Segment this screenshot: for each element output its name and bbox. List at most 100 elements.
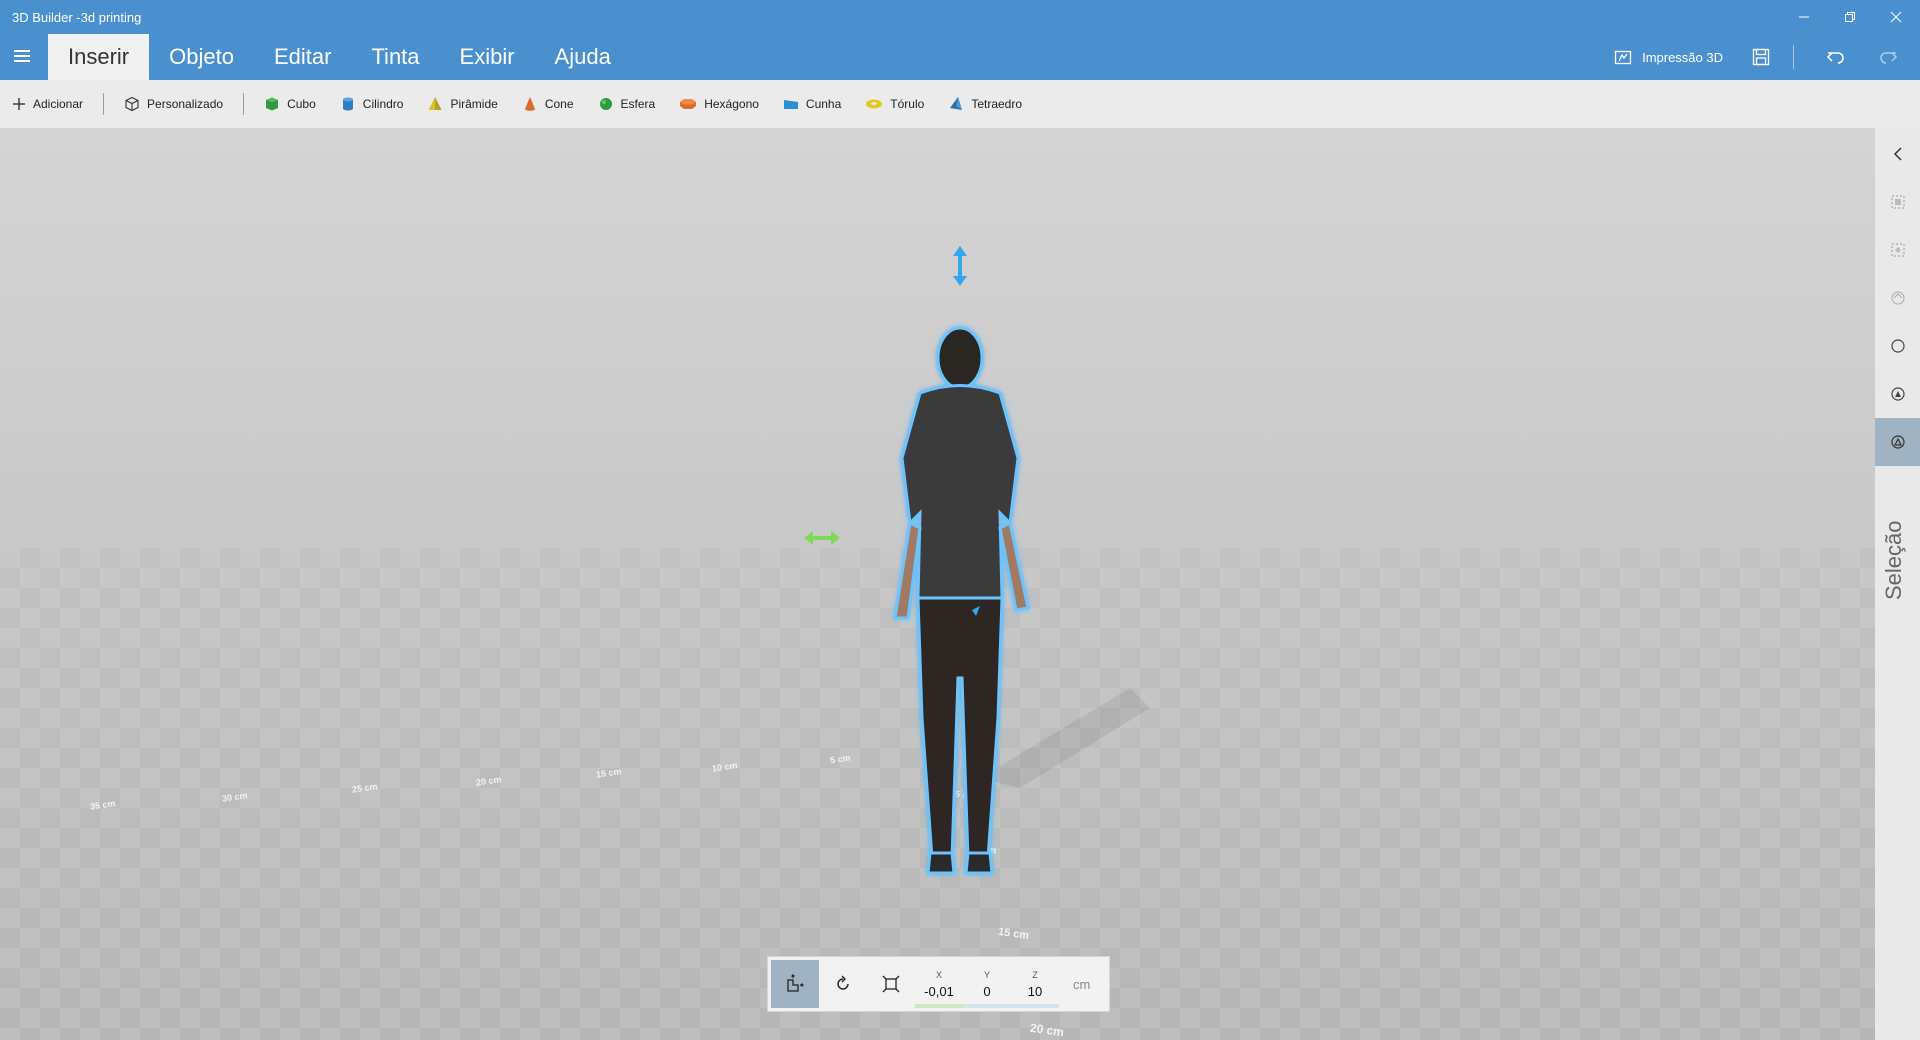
wedge-icon <box>783 100 798 109</box>
box-outline-icon <box>125 96 139 112</box>
sphere-icon <box>599 98 612 110</box>
select-all-icon <box>1891 195 1904 209</box>
save-icon <box>1752 48 1770 66</box>
shape-label: Cunha <box>805 97 842 111</box>
toolbar-divider <box>103 93 105 115</box>
shape-cone-button[interactable]: Cone <box>510 80 586 128</box>
coord-y-value: 0 <box>983 983 991 999</box>
save-button[interactable] <box>1741 37 1781 77</box>
collapse-panel-button[interactable] <box>1875 130 1920 178</box>
shape-label: Esfera <box>620 97 656 111</box>
tetrahedron-icon <box>950 97 963 110</box>
shape-label: Tórulo <box>890 97 925 111</box>
cone-icon <box>524 97 535 111</box>
title-bar: 3D Builder -3d printing Inserir Objeto E… <box>0 0 1920 80</box>
selection-panel-label: Seleção <box>1881 520 1906 600</box>
custom-label: Personalizado <box>147 97 224 111</box>
select-edge-button[interactable] <box>1875 322 1920 370</box>
shape-label: Cubo <box>287 97 316 111</box>
print-3d-label: Impressão 3D <box>1642 49 1723 65</box>
print-3d-icon <box>1614 50 1632 65</box>
undo-icon <box>1826 52 1844 64</box>
hamburger-menu-button[interactable] <box>8 44 36 68</box>
vertex-select-icon <box>1890 387 1905 401</box>
cylinder-icon <box>342 97 353 111</box>
select-object-button[interactable] <box>1875 226 1920 274</box>
title-actions: Impressão 3D <box>1614 34 1920 80</box>
coord-x-label: X <box>935 969 942 980</box>
restore-button[interactable] <box>1828 4 1872 30</box>
shape-label: Cone <box>544 97 574 111</box>
scale-tool-button[interactable] <box>867 960 915 1008</box>
selection-mode-button[interactable] <box>1875 418 1920 466</box>
shape-tetrahedron-button[interactable]: Tetraedro <box>936 80 1034 128</box>
redo-button[interactable] <box>1868 37 1908 77</box>
right-side-panel: Seleção <box>1875 128 1920 1040</box>
tab-objeto[interactable]: Objeto <box>149 34 254 80</box>
shape-sphere-button[interactable]: Esfera <box>586 80 668 128</box>
insert-toolbar: Adicionar Personalizado Cubo Cilindro Pi… <box>0 80 1920 128</box>
coord-x[interactable]: X -0,01 <box>915 960 963 1008</box>
minimize-icon <box>1799 16 1809 18</box>
close-icon <box>1890 11 1902 23</box>
triangle-select-icon <box>1890 435 1905 449</box>
axis-color-bar <box>1011 1004 1059 1008</box>
shape-label: Hexágono <box>704 97 759 111</box>
transform-panel: X -0,01 Y 0 Z 10 cm <box>767 956 1110 1012</box>
pyramid-icon <box>428 97 442 110</box>
coord-y[interactable]: Y 0 <box>963 960 1011 1008</box>
coord-z-value: 10 <box>1027 983 1043 999</box>
shape-label: Cilindro <box>362 97 404 111</box>
select-vertex-button[interactable] <box>1875 370 1920 418</box>
shape-torus-button[interactable]: Tórulo <box>853 80 936 128</box>
tab-tinta[interactable]: Tinta <box>351 34 439 80</box>
coord-z[interactable]: Z 10 <box>1011 960 1059 1008</box>
face-select-icon <box>1891 291 1904 305</box>
select-face-button[interactable] <box>1875 274 1920 322</box>
shape-pyramid-button[interactable]: Pirâmide <box>415 80 509 128</box>
shape-label: Tetraedro <box>971 97 1023 111</box>
circle-icon <box>1890 339 1905 353</box>
3d-model-person[interactable] <box>860 298 1060 898</box>
chevron-left-icon <box>1893 147 1902 161</box>
action-divider <box>1793 45 1794 69</box>
move-horizontal-handle[interactable] <box>802 529 842 547</box>
rotate-tool-button[interactable] <box>819 960 867 1008</box>
coord-y-label: Y <box>983 969 990 980</box>
shape-cylinder-button[interactable]: Cilindro <box>328 80 416 128</box>
window-title: 3D Builder -3d printing <box>12 10 142 25</box>
close-button[interactable] <box>1874 4 1918 30</box>
tab-ajuda[interactable]: Ajuda <box>535 34 631 80</box>
cube-icon <box>266 97 279 111</box>
tab-editar[interactable]: Editar <box>254 34 351 80</box>
tab-inserir[interactable]: Inserir <box>48 34 150 80</box>
move-tool-button[interactable] <box>771 960 819 1008</box>
move-vertical-handle[interactable] <box>950 244 970 288</box>
shape-cube-button[interactable]: Cubo <box>252 80 328 128</box>
shape-wedge-button[interactable]: Cunha <box>771 80 853 128</box>
plus-icon <box>13 98 25 110</box>
toolbar-divider <box>243 93 245 115</box>
add-label: Adicionar <box>33 97 84 111</box>
shape-hexagon-button[interactable]: Hexágono <box>667 80 771 128</box>
add-button[interactable]: Adicionar <box>0 80 95 128</box>
select-all-button[interactable] <box>1875 178 1920 226</box>
axis-color-bar <box>915 1004 963 1008</box>
restore-icon <box>1845 12 1855 22</box>
unit-label: cm <box>1073 976 1091 992</box>
select-object-icon <box>1891 243 1904 257</box>
coord-x-value: -0,01 <box>924 983 954 999</box>
tab-exibir[interactable]: Exibir <box>440 34 535 80</box>
print-3d-button[interactable]: Impressão 3D <box>1614 48 1723 66</box>
custom-button[interactable]: Personalizado <box>112 80 235 128</box>
hexagon-icon <box>680 99 697 109</box>
redo-icon <box>1880 52 1898 64</box>
move-tool-icon <box>787 974 804 992</box>
ribbon-tabs: Inserir Objeto Editar Tinta Exibir Ajuda <box>48 34 631 80</box>
undo-button[interactable] <box>1816 37 1856 77</box>
shape-label: Pirâmide <box>450 97 498 111</box>
scale-icon <box>882 975 900 993</box>
3d-viewport[interactable]: 35 cm 30 cm 25 cm 20 cm 15 cm 10 cm 5 cm… <box>0 128 1875 1040</box>
minimize-button[interactable] <box>1782 4 1826 30</box>
torus-icon <box>866 99 883 109</box>
